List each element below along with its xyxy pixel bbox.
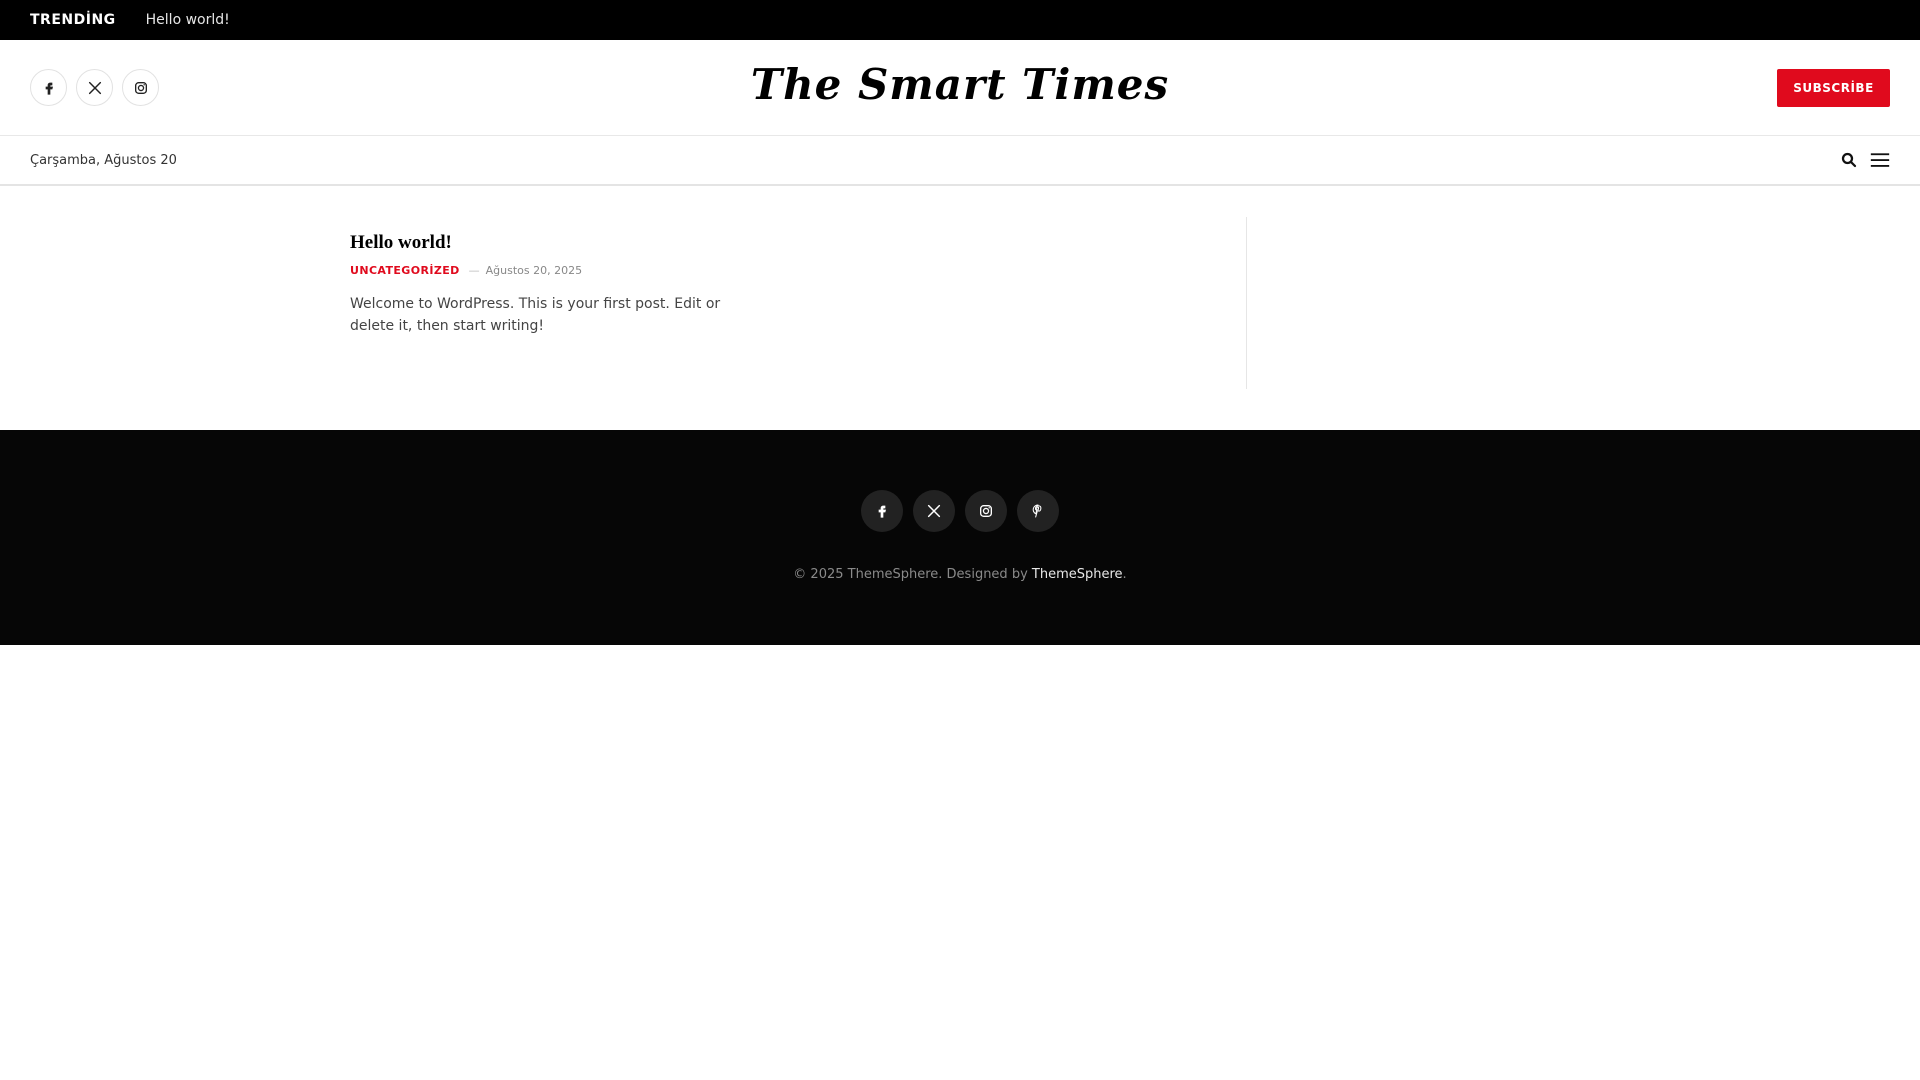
footer-social-links <box>0 490 1920 532</box>
copyright-prefix: © 2025 ThemeSphere. Designed by <box>793 567 1032 582</box>
footer-x-link[interactable] <box>913 490 955 532</box>
trending-post-link[interactable]: Hello world! <box>146 12 230 28</box>
site-header: The Smart Times SUBSCRİBE <box>0 40 1920 136</box>
site-logo[interactable]: The Smart Times <box>0 60 1920 109</box>
menu-icon[interactable] <box>1870 151 1890 169</box>
footer-pinterest-link[interactable] <box>1017 490 1059 532</box>
post-meta: UNCATEGORİZED — Ağustos 20, 2025 <box>350 264 770 277</box>
sidebar-divider <box>1246 217 1247 389</box>
trending-label: TRENDİNG <box>30 12 116 28</box>
subscribe-button[interactable]: SUBSCRİBE <box>1777 69 1890 107</box>
pinterest-icon <box>1032 504 1042 518</box>
search-icon[interactable] <box>1840 151 1858 169</box>
site-footer: © 2025 ThemeSphere. Designed by ThemeSph… <box>0 430 1920 645</box>
facebook-icon <box>878 505 886 518</box>
meta-separator: — <box>468 264 480 277</box>
copyright-text: © 2025 ThemeSphere. Designed by ThemeSph… <box>0 567 1920 582</box>
current-date: Çarşamba, Ağustos 20 <box>30 153 177 168</box>
header-tools <box>1840 151 1890 169</box>
post-title-link[interactable]: Hello world! <box>350 232 452 253</box>
post-card: Hello world! UNCATEGORİZED — Ağustos 20,… <box>350 232 770 337</box>
instagram-icon <box>980 505 992 517</box>
trending-bar: TRENDİNG Hello world! <box>0 0 1920 40</box>
date-bar: Çarşamba, Ağustos 20 <box>0 137 1920 186</box>
post-date: Ağustos 20, 2025 <box>485 264 583 277</box>
copyright-suffix: . <box>1122 567 1127 582</box>
post-excerpt: Welcome to WordPress. This is your first… <box>350 296 721 334</box>
x-icon <box>927 504 941 518</box>
footer-facebook-link[interactable] <box>861 490 903 532</box>
footer-instagram-link[interactable] <box>965 490 1007 532</box>
themesphere-link[interactable]: ThemeSphere <box>1032 567 1123 582</box>
post-category-link[interactable]: UNCATEGORİZED <box>350 264 460 277</box>
